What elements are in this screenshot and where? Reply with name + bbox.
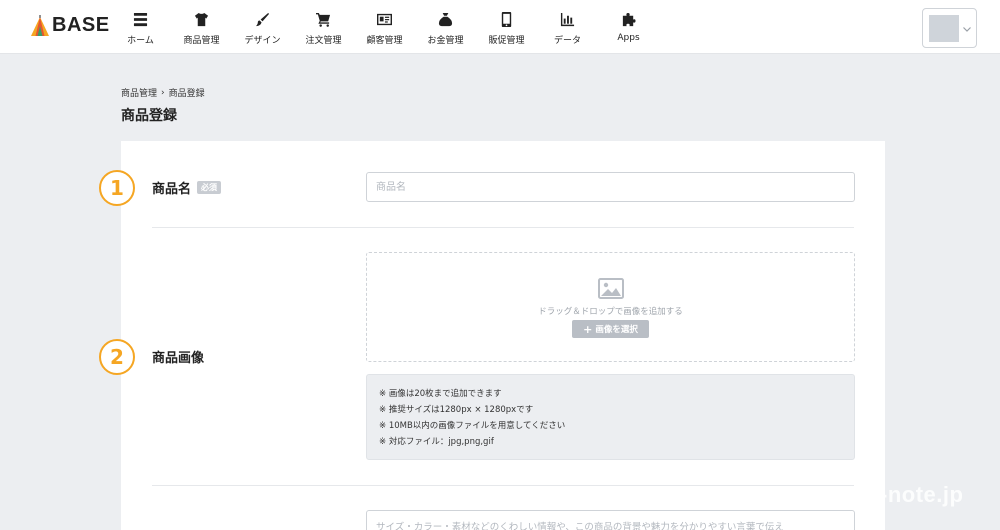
nav-item-home[interactable]: ホーム bbox=[110, 0, 171, 54]
watermark: -note.jp bbox=[880, 482, 964, 507]
nav-item-promotion[interactable]: 販促管理 bbox=[476, 0, 537, 54]
nav-item-design[interactable]: デザイン bbox=[232, 0, 293, 54]
breadcrumb-current: 商品登録 bbox=[168, 89, 205, 99]
brush-icon bbox=[255, 11, 271, 27]
tshirt-icon bbox=[194, 11, 210, 27]
chevron-down-icon bbox=[963, 27, 971, 32]
section-divider bbox=[152, 227, 854, 228]
nav-label-customers: 顧客管理 bbox=[366, 36, 403, 46]
nav-label-products: 商品管理 bbox=[183, 36, 220, 46]
product-name-label-text: 商品名 bbox=[152, 182, 192, 197]
puzzle-icon bbox=[621, 11, 637, 27]
main-nav: ホーム 商品管理 デザイン 注文管理 顧客管理 お金管理 販促管理 データ Ap… bbox=[110, 0, 659, 54]
dropzone-text: ドラッグ＆ドロップで画像を追加する bbox=[538, 307, 683, 317]
note-line: ※ 推奨サイズは1280px × 1280pxです bbox=[379, 405, 534, 415]
nav-item-orders[interactable]: 注文管理 bbox=[293, 0, 354, 54]
tent-logo-icon bbox=[31, 14, 49, 36]
breadcrumb-separator: › bbox=[161, 87, 165, 98]
nav-label-data: データ bbox=[553, 36, 581, 46]
nav-label-orders: 注文管理 bbox=[305, 36, 342, 46]
nav-label-money: お金管理 bbox=[427, 36, 464, 46]
phone-icon bbox=[499, 11, 515, 27]
id-card-icon bbox=[377, 11, 393, 27]
select-image-button[interactable]: + 画像を選択 bbox=[572, 320, 649, 338]
breadcrumb-link-products[interactable]: 商品管理 bbox=[121, 86, 157, 99]
note-line: ※ 対応ファイル：jpg,png,gif bbox=[379, 437, 494, 447]
money-bag-icon bbox=[438, 11, 454, 27]
step-badge-2: 2 bbox=[99, 339, 135, 375]
page-title: 商品登録 bbox=[121, 108, 177, 124]
top-navigation-bar: BASE ホーム 商品管理 デザイン 注文管理 顧客管理 お金管理 販促管理 デ… bbox=[0, 0, 1000, 54]
note-line: ※ 画像は20枚まで追加できます bbox=[379, 389, 502, 399]
nav-item-data[interactable]: データ bbox=[537, 0, 598, 54]
nav-item-money[interactable]: お金管理 bbox=[415, 0, 476, 54]
plus-icon: + bbox=[583, 322, 593, 336]
select-image-button-label: 画像を選択 bbox=[595, 325, 638, 335]
nav-item-apps[interactable]: Apps bbox=[598, 0, 659, 54]
brand-name: BASE bbox=[52, 14, 110, 36]
product-image-label-text: 商品画像 bbox=[152, 351, 205, 366]
step-badge-1: 1 bbox=[99, 170, 135, 206]
product-name-input[interactable] bbox=[366, 172, 855, 202]
section-divider bbox=[152, 485, 854, 486]
account-menu-button[interactable] bbox=[922, 8, 977, 48]
nav-label-promotion: 販促管理 bbox=[488, 36, 525, 46]
avatar bbox=[929, 15, 959, 42]
product-description-textarea[interactable] bbox=[366, 510, 855, 530]
base-logo[interactable]: BASE bbox=[30, 14, 110, 37]
nav-item-products[interactable]: 商品管理 bbox=[171, 0, 232, 54]
nav-item-customers[interactable]: 顧客管理 bbox=[354, 0, 415, 54]
product-image-label: 商品画像 bbox=[152, 347, 204, 366]
required-badge: 必須 bbox=[197, 181, 222, 194]
nav-label-apps: Apps bbox=[617, 33, 640, 43]
breadcrumb: 商品管理 › 商品登録 bbox=[121, 86, 205, 100]
nav-label-home: ホーム bbox=[127, 36, 154, 46]
cart-icon bbox=[316, 11, 332, 27]
image-icon bbox=[598, 278, 624, 299]
bar-chart-icon bbox=[560, 11, 576, 27]
nav-label-design: デザイン bbox=[244, 36, 281, 46]
list-icon bbox=[133, 11, 149, 27]
image-dropzone[interactable]: ドラッグ＆ドロップで画像を追加する + 画像を選択 bbox=[366, 252, 855, 362]
note-line: ※ 10MB以内の画像ファイルを用意してください bbox=[379, 421, 566, 431]
image-notes: ※ 画像は20枚まで追加できます ※ 推奨サイズは1280px × 1280px… bbox=[366, 374, 855, 460]
product-name-label: 商品名 必須 bbox=[152, 178, 222, 197]
